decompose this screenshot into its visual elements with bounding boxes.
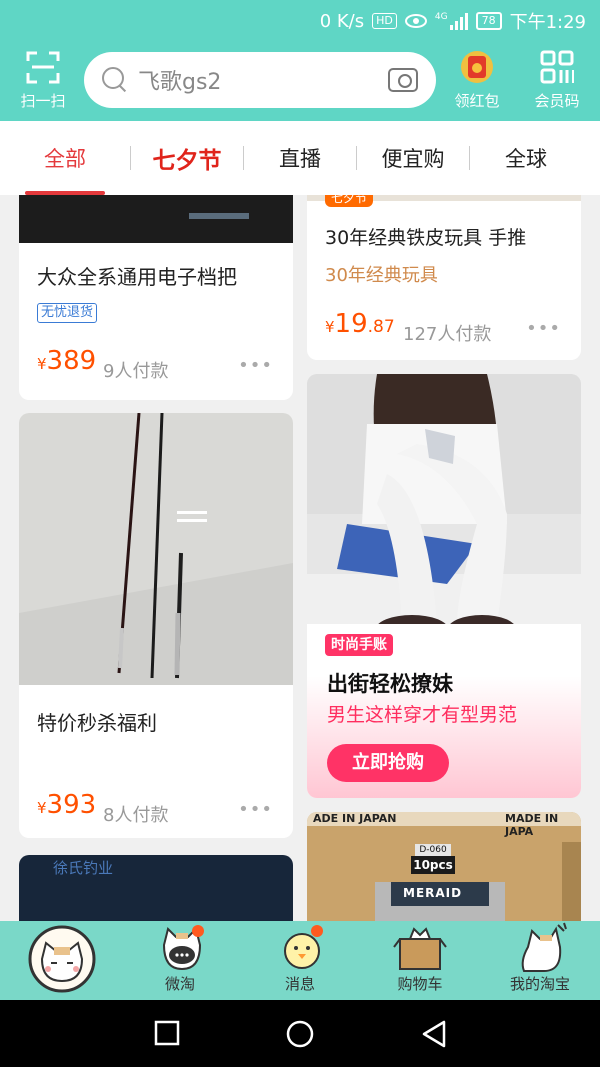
search-header: 扫一扫 飞歌gs2 领红包 会员码 — [0, 46, 600, 114]
bottom-tab-bar: 微淘 消息 购物车 我的淘宝 — [0, 921, 600, 1000]
scan-icon — [26, 51, 60, 84]
product-price: ¥389 — [37, 346, 97, 376]
product-title: 大众全系通用电子档把 — [37, 265, 237, 289]
more-icon[interactable]: ••• — [238, 799, 273, 820]
promo-card-fashion[interactable]: 时尚手账 出街轻松撩妹 男生这样穿才有型男范 立即抢购 — [307, 374, 581, 798]
product-image: 徐氏钓业 — [19, 855, 293, 921]
box-print-text: ADE IN JAPAN — [313, 812, 397, 825]
tab-qixi[interactable]: 七夕节 — [131, 121, 243, 195]
top-header: 0 K/s HD 4G 78 下午1:29 扫一扫 飞歌gs2 领红包 会员码 — [0, 0, 600, 121]
product-card-tin-toy[interactable]: 七夕节 30年经典铁皮玩具 手推 30年经典玩具 ¥19.87 127人付款 •… — [307, 195, 581, 360]
signal-icon — [449, 12, 468, 30]
scan-button[interactable]: 扫一扫 — [8, 46, 78, 111]
product-price: ¥19.87 — [325, 309, 395, 339]
cat-profile-icon — [521, 922, 567, 972]
product-card-fishing-rod[interactable]: 特价秒杀福利 ¥393 8人付款 ••• — [19, 413, 293, 838]
search-bar[interactable]: 飞歌gs2 — [84, 52, 436, 108]
box-label-pcs: 10pcs — [411, 856, 455, 874]
buy-now-button[interactable]: 立即抢购 — [327, 744, 449, 782]
return-badge: 无忧退货 — [37, 303, 98, 323]
member-code-label: 会员码 — [534, 92, 580, 110]
cat-chat-icon — [162, 925, 204, 971]
home-cat-icon — [28, 925, 96, 993]
product-price: ¥393 — [37, 790, 97, 820]
promo-title: 出街轻松撩妹 — [327, 672, 453, 696]
tab-global[interactable]: 全球 — [470, 121, 582, 195]
battery-icon: 78 — [475, 12, 502, 30]
network-type: 4G — [434, 12, 448, 22]
tab-my-taobao-label: 我的淘宝 — [509, 975, 570, 993]
eye-icon — [404, 14, 427, 28]
product-sales: 8人付款 — [103, 805, 169, 826]
tab-cart[interactable]: 购物车 — [360, 921, 480, 1000]
product-subtitle: 30年经典玩具 — [325, 265, 438, 286]
recents-icon[interactable] — [154, 1020, 180, 1046]
red-packet-icon — [461, 51, 493, 83]
tab-bargain[interactable]: 便宜购 — [357, 121, 469, 195]
tab-my-taobao[interactable]: 我的淘宝 — [480, 921, 600, 1000]
network-speed: 0 K/s — [319, 10, 365, 32]
chick-icon — [284, 925, 323, 969]
tab-home[interactable] — [0, 921, 120, 1000]
tab-all[interactable]: 全部 — [0, 121, 130, 195]
more-icon[interactable]: ••• — [526, 318, 561, 339]
home-circle-icon[interactable] — [285, 1019, 315, 1049]
member-code-icon — [540, 50, 574, 84]
clock: 下午1:29 — [509, 12, 586, 33]
product-feed: 大众全系通用电子档把 无忧退货 ¥389 9人付款 ••• 特价秒杀福利 ¥39… — [0, 195, 600, 921]
category-tabs: 全部 七夕节 直播 便宜购 全球 — [0, 121, 600, 195]
product-title: 特价秒杀福利 — [37, 711, 157, 735]
bag-brand-text: MERAID — [403, 886, 463, 900]
product-title: 30年经典铁皮玩具 手推 — [325, 227, 527, 249]
product-sales: 127人付款 — [403, 324, 492, 345]
cart-box-cat-icon — [393, 927, 447, 970]
product-image — [19, 195, 293, 243]
product-sales: 9人付款 — [103, 361, 169, 382]
promo-tag: 时尚手账 — [325, 634, 393, 656]
qixi-tag: 七夕节 — [325, 195, 374, 207]
image-brand-text: 徐氏钓业 — [53, 859, 114, 877]
back-icon[interactable] — [420, 1019, 448, 1049]
product-image — [19, 413, 293, 685]
more-icon[interactable]: ••• — [238, 355, 273, 376]
tab-weitao[interactable]: 微淘 — [120, 921, 240, 1000]
search-icon — [102, 67, 128, 93]
red-packet-label: 领红包 — [454, 92, 500, 110]
scan-label: 扫一扫 — [20, 92, 66, 110]
box-label-code: D-060 — [415, 844, 451, 856]
hd-icon: HD — [372, 13, 397, 29]
promo-image — [307, 374, 581, 649]
promo-subtitle: 男生这样穿才有型男范 — [327, 704, 518, 726]
tab-cart-label: 购物车 — [397, 975, 443, 993]
tab-messages[interactable]: 消息 — [240, 921, 360, 1000]
tab-messages-label: 消息 — [284, 975, 315, 993]
status-bar: 0 K/s HD 4G 78 下午1:29 — [0, 0, 600, 42]
tab-weitao-label: 微淘 — [164, 975, 195, 993]
product-card-fishing[interactable]: 徐氏钓业 — [19, 855, 293, 921]
search-input[interactable]: 飞歌gs2 — [138, 64, 388, 96]
camera-icon[interactable] — [388, 68, 418, 92]
red-packet-button[interactable]: 领红包 — [442, 46, 512, 111]
product-card-japan-box[interactable]: ADE IN JAPAN MADE IN JAPA D-060 10pcs ME… — [307, 812, 581, 921]
member-code-button[interactable]: 会员码 — [522, 46, 592, 111]
box-print-text: MADE IN JAPA — [505, 812, 559, 838]
product-card-gearshift[interactable]: 大众全系通用电子档把 无忧退货 ¥389 9人付款 ••• — [19, 195, 293, 400]
system-nav-bar — [0, 1000, 600, 1067]
tab-live[interactable]: 直播 — [244, 121, 356, 195]
